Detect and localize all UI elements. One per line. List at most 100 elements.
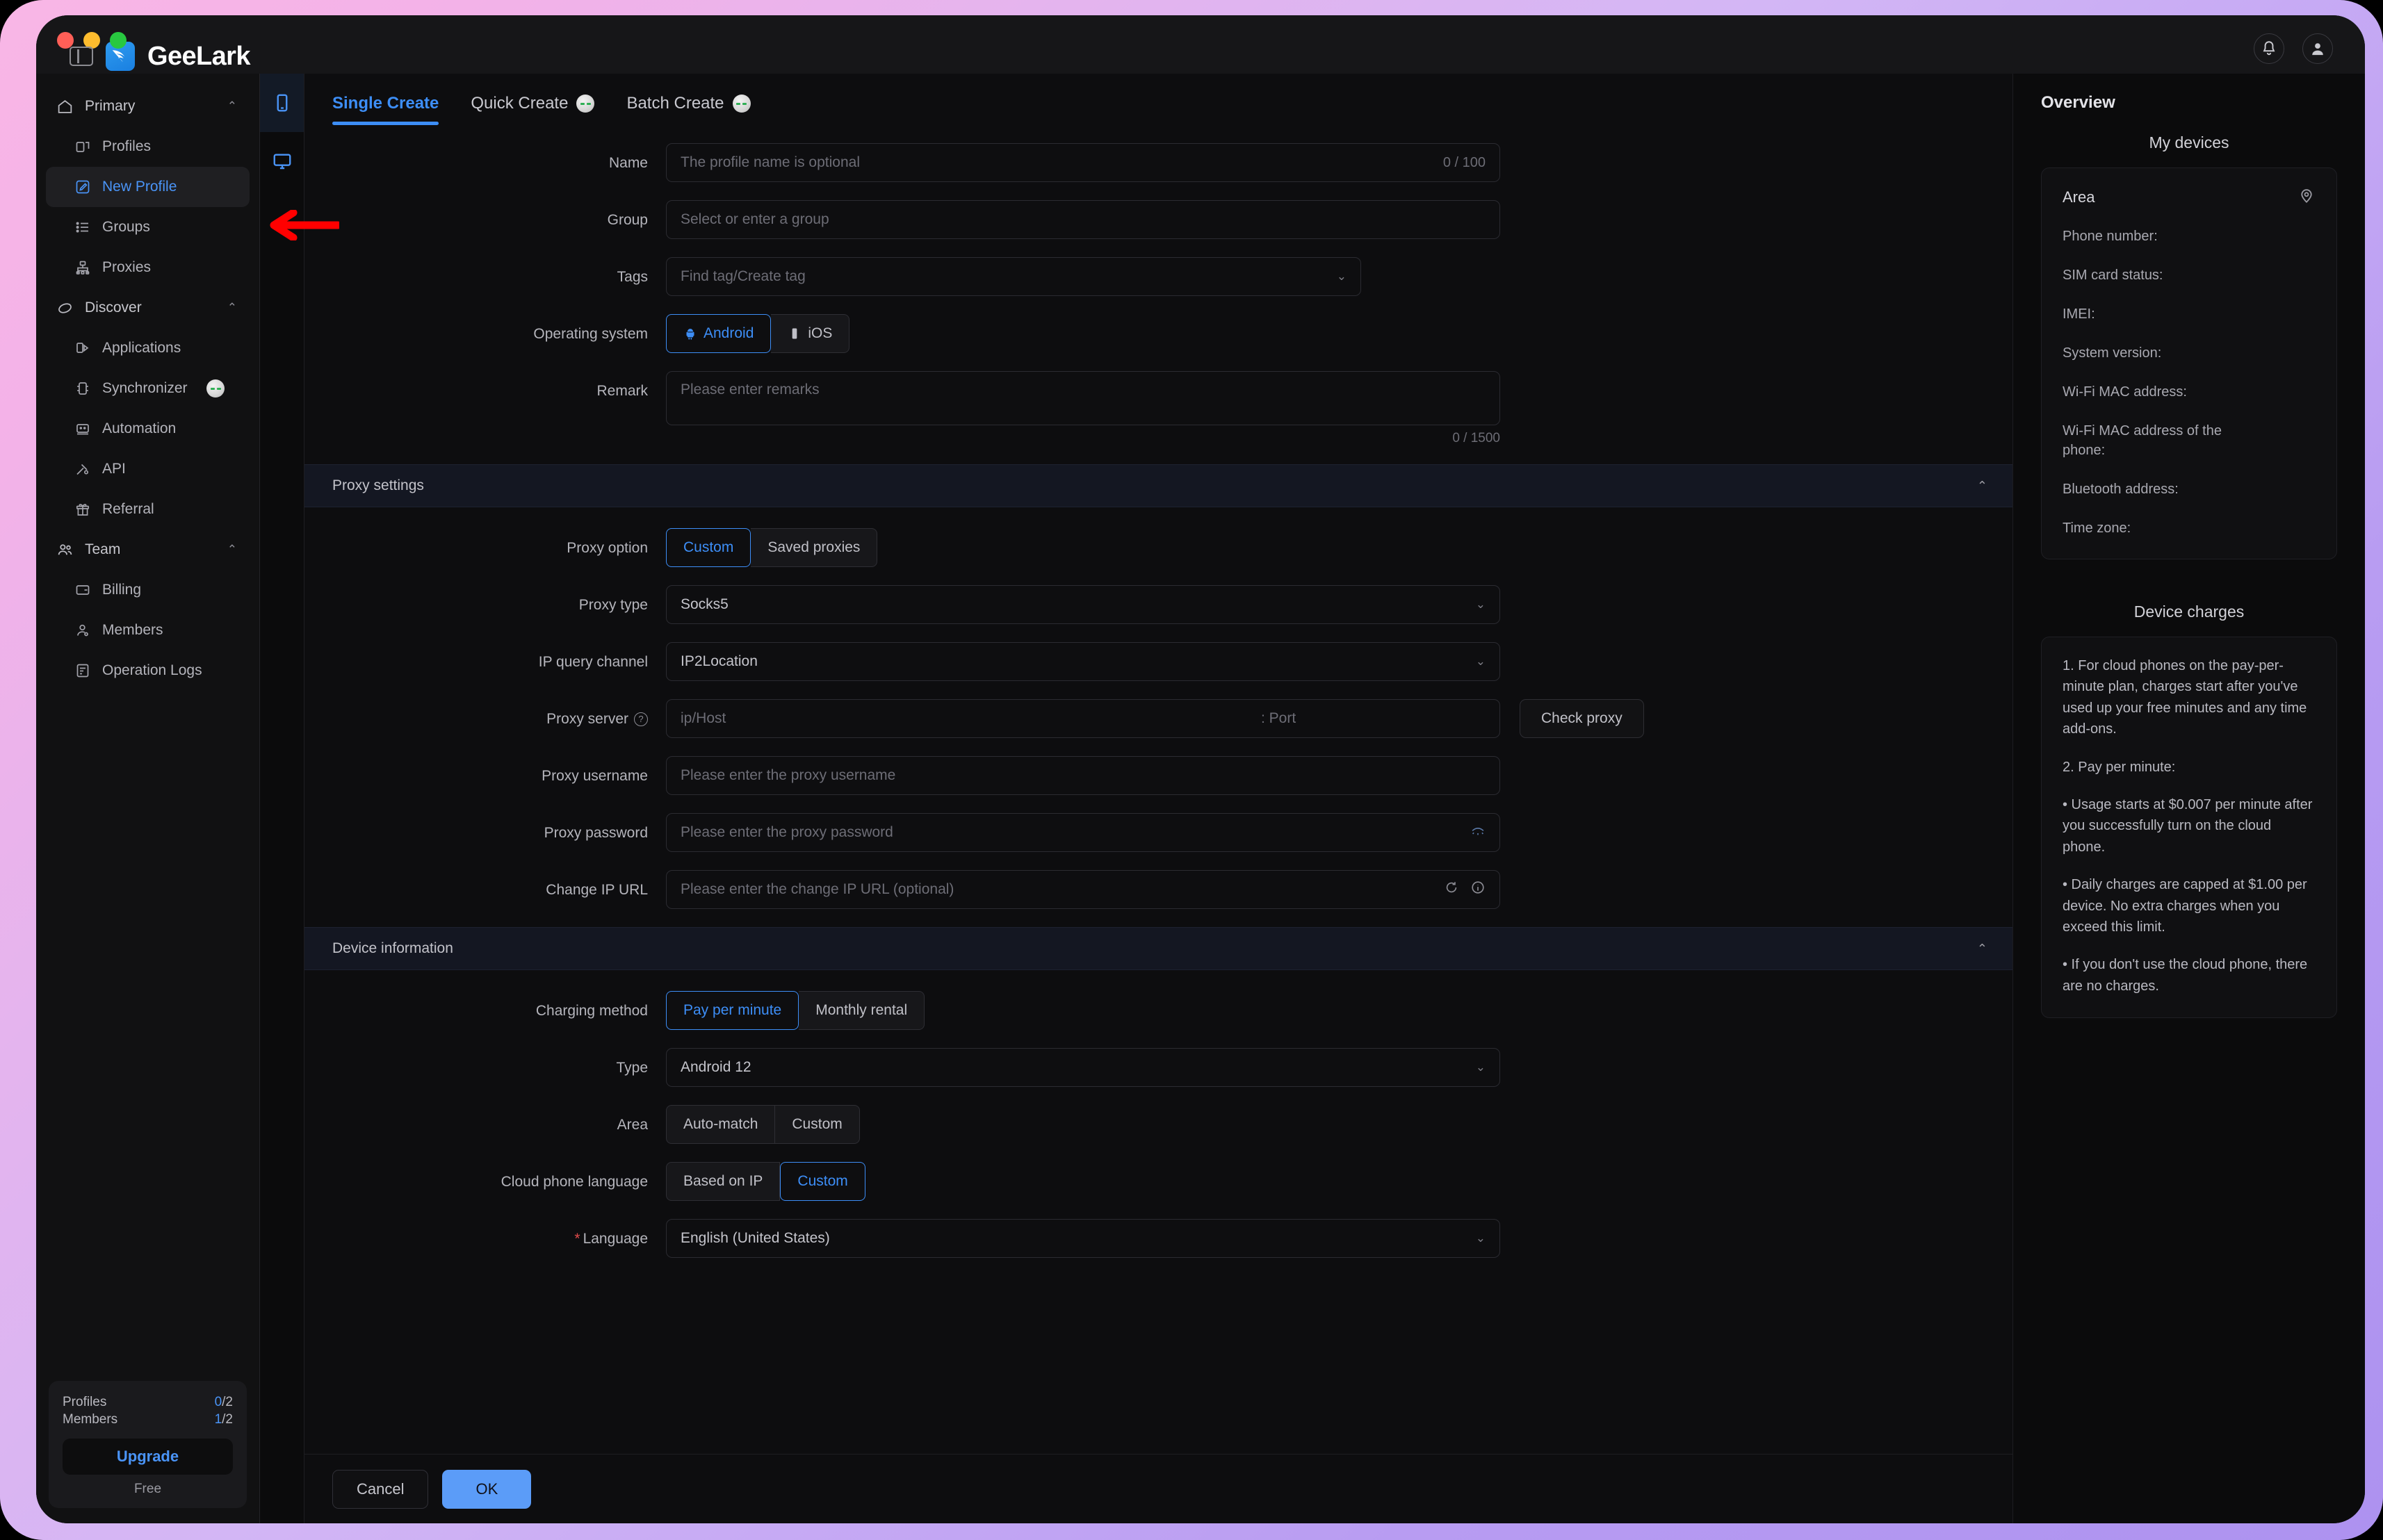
sidebar-item-referral[interactable]: Referral xyxy=(46,489,250,530)
tab-label: Single Create xyxy=(332,94,439,113)
chevron-down-icon: ⌄ xyxy=(1475,598,1486,611)
sidebar-group-team[interactable]: Team ⌃ xyxy=(46,530,250,570)
os-option-android[interactable]: Android xyxy=(666,314,772,353)
ip-query-channel-select[interactable]: IP2Location ⌄ xyxy=(666,642,1500,681)
device-charges-heading: Device charges xyxy=(2133,603,2245,621)
sidebar-item-new-profile[interactable]: New Profile xyxy=(46,167,250,207)
section-title: Device information xyxy=(332,940,453,956)
info-icon[interactable] xyxy=(1470,880,1486,899)
charge-line: • Usage starts at $0.007 per minute afte… xyxy=(2063,796,2313,855)
sidebar-group-label: Discover xyxy=(85,300,142,316)
charge-line: • If you don't use the cloud phone, ther… xyxy=(2063,957,2308,994)
field-device-type: Type Android 12 ⌄ xyxy=(304,1048,2012,1087)
proxy-option-custom[interactable]: Custom xyxy=(666,528,751,567)
sidebar-item-applications[interactable]: Applications xyxy=(46,328,250,368)
sidebar-item-groups[interactable]: Groups xyxy=(46,207,250,247)
eye-off-icon[interactable] xyxy=(1470,823,1486,842)
field-label: Operating system xyxy=(533,326,648,342)
sidebar-group-discover[interactable]: Discover ⌃ xyxy=(46,288,250,328)
field-label: Proxy server? xyxy=(304,699,666,729)
area-option-custom[interactable]: Custom xyxy=(775,1105,860,1144)
proxy-type-select[interactable]: Socks5 ⌄ xyxy=(666,585,1500,624)
upgrade-button[interactable]: Upgrade xyxy=(63,1439,233,1475)
plan-members-row: Members 1/2 xyxy=(63,1411,233,1429)
titlebar: GeeLark xyxy=(36,15,2365,74)
proxy-option-saved[interactable]: Saved proxies xyxy=(751,528,878,567)
proxy-host-input[interactable]: ip/Host : Port xyxy=(666,699,1500,738)
field-label: Charging method xyxy=(535,1003,648,1019)
cancel-button[interactable]: Cancel xyxy=(332,1469,429,1509)
sidebar-item-automation[interactable]: Automation xyxy=(46,409,250,449)
device-type-select[interactable]: Android 12 ⌄ xyxy=(666,1048,1500,1087)
apps-icon xyxy=(74,340,91,357)
sidebar-group-primary[interactable]: Primary ⌃ xyxy=(46,86,250,126)
sidebar-item-label: Billing xyxy=(102,582,142,598)
tab-batch-create[interactable]: Batch Create xyxy=(626,93,751,125)
plan-members-label: Members xyxy=(63,1412,118,1427)
group-input[interactable]: Select or enter a group xyxy=(666,200,1500,239)
plan-members-total: /2 xyxy=(222,1412,233,1427)
tab-single-create[interactable]: Single Create xyxy=(332,93,439,125)
panel-toggle-icon[interactable] xyxy=(70,47,93,66)
device-type-rail xyxy=(260,74,304,1523)
bell-icon[interactable] xyxy=(2254,33,2284,64)
proxy-password-input[interactable]: Please enter the proxy password xyxy=(666,813,1500,852)
charging-option-monthly-rental[interactable]: Monthly rental xyxy=(799,991,925,1030)
cloud-language-option-custom[interactable]: Custom xyxy=(780,1162,865,1201)
language-select[interactable]: English (United States) ⌄ xyxy=(666,1219,1500,1258)
field-proxy-type: Proxy type Socks5 ⌄ xyxy=(304,585,2012,624)
field-change-ip-url: Change IP URL Please enter the change IP… xyxy=(304,870,2012,909)
monitor-icon[interactable] xyxy=(260,132,304,190)
phone-icon[interactable] xyxy=(260,74,304,132)
os-option-ios[interactable]: iOS xyxy=(771,314,850,353)
field-label: * Language xyxy=(574,1231,648,1247)
chevron-up-icon: ⌃ xyxy=(227,301,237,314)
cloud-language-segmented-control: Based on IP Custom xyxy=(666,1162,2012,1201)
main-content: Single Create Quick Create Batch Create … xyxy=(304,74,2365,1523)
device-field: System version: xyxy=(2063,345,2162,361)
remark-textarea[interactable]: Please enter remarks xyxy=(666,371,1500,425)
field-label: Proxy type xyxy=(578,597,648,613)
app-window: GeeLark Primary ⌃ Profiles New Profile G… xyxy=(36,15,2365,1523)
change-ip-url-input[interactable]: Please enter the change IP URL (optional… xyxy=(666,870,1500,909)
sidebar-item-synchronizer[interactable]: Synchronizer xyxy=(46,368,250,409)
area-label: Area xyxy=(2063,188,2095,206)
field-label: Proxy password xyxy=(544,825,648,841)
sidebar-item-proxies[interactable]: Proxies xyxy=(46,247,250,288)
field-operating-system: Operating system Android iOS xyxy=(304,314,2012,353)
charging-option-pay-per-minute[interactable]: Pay per minute xyxy=(666,991,799,1030)
sidebar-item-label: New Profile xyxy=(102,179,177,195)
device-field: Wi-Fi MAC address: xyxy=(2063,384,2187,400)
check-proxy-button[interactable]: Check proxy xyxy=(1520,699,1644,738)
question-mark-icon[interactable]: ? xyxy=(634,712,648,726)
language-value: English (United States) xyxy=(681,1230,830,1246)
proxy-username-input[interactable]: Please enter the proxy username xyxy=(666,756,1500,795)
refresh-icon[interactable] xyxy=(1444,880,1459,899)
name-input-placeholder: The profile name is optional xyxy=(681,154,860,170)
app-title: GeeLark xyxy=(147,41,251,71)
user-avatar-icon[interactable] xyxy=(2302,33,2333,64)
field-label: Name xyxy=(608,155,648,171)
location-pin-icon[interactable] xyxy=(2297,186,2316,208)
ok-button[interactable]: OK xyxy=(442,1469,532,1509)
maximize-window-button[interactable] xyxy=(110,32,127,49)
sidebar-item-operation-logs[interactable]: Operation Logs xyxy=(46,650,250,691)
tab-quick-create[interactable]: Quick Create xyxy=(471,93,595,125)
cloud-language-option-based-on-ip[interactable]: Based on IP xyxy=(666,1162,781,1201)
sync-icon xyxy=(74,380,91,398)
section-header-device-information[interactable]: Device information ⌃ xyxy=(304,927,2012,970)
sidebar-item-profiles[interactable]: Profiles xyxy=(46,126,250,167)
field-language: * Language English (United States) ⌄ xyxy=(304,1219,2012,1258)
sidebar-item-api[interactable]: API xyxy=(46,449,250,489)
ip-query-channel-value: IP2Location xyxy=(681,653,758,669)
sidebar-item-billing[interactable]: Billing xyxy=(46,570,250,610)
form-scroll-area[interactable]: Name The profile name is optional 0 / 10… xyxy=(304,125,2012,1454)
section-header-proxy-settings[interactable]: Proxy settings ⌃ xyxy=(304,464,2012,507)
tags-select[interactable]: Find tag/Create tag ⌄ xyxy=(666,257,1361,296)
area-option-auto-match[interactable]: Auto-match xyxy=(666,1105,776,1144)
sidebar-item-members[interactable]: Members xyxy=(46,610,250,650)
charge-line: 2. Pay per minute: xyxy=(2063,759,2176,775)
field-proxy-username: Proxy username Please enter the proxy us… xyxy=(304,756,2012,795)
device-info-card: Area Phone number: SIM card status: IMEI… xyxy=(2041,167,2337,559)
name-input[interactable]: The profile name is optional 0 / 100 xyxy=(666,143,1500,182)
